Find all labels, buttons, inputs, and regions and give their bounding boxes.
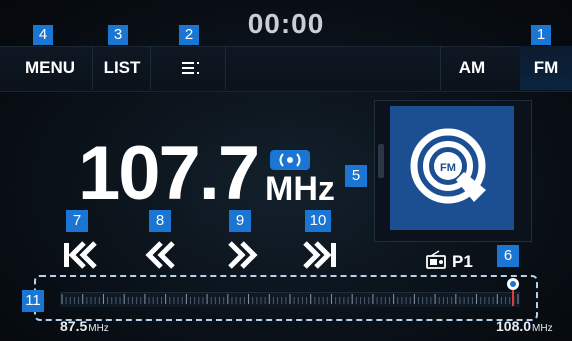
tuner-max-unit: MHz — [532, 323, 553, 334]
frequency-display: 107.7 — [78, 131, 260, 216]
preset-label: P1 — [452, 252, 473, 271]
tuner-max-value: 108.0 — [496, 318, 532, 334]
fm-tab[interactable]: FM — [522, 52, 570, 84]
art-handle — [378, 144, 384, 178]
callout-badge: 9 — [229, 210, 251, 232]
divider — [150, 46, 151, 90]
album-art[interactable]: FM — [390, 106, 514, 230]
callout-badge: 10 — [305, 210, 331, 232]
callout-badge: 8 — [149, 210, 171, 232]
list-options-icon — [182, 62, 199, 74]
tuning-slider-handle[interactable] — [505, 277, 521, 307]
options-button[interactable] — [174, 52, 208, 84]
callout-badge: 7 — [66, 210, 88, 232]
divider — [440, 46, 441, 90]
radio-screen: 00:00 MENU LIST AM FM 4 3 2 1 107.7 MHz … — [0, 0, 572, 341]
tuner-min-value: 87.5 — [60, 318, 88, 334]
menu-button[interactable]: MENU — [18, 52, 82, 84]
seek-previous-icon[interactable] — [62, 240, 98, 270]
callout-badge: 3 — [108, 25, 128, 45]
callout-badge: 4 — [33, 25, 53, 45]
divider — [92, 46, 93, 90]
divider — [225, 46, 226, 90]
frequency-unit: MHz — [265, 170, 335, 208]
list-button[interactable]: LIST — [96, 52, 148, 84]
callout-badge: 2 — [179, 25, 199, 45]
callout-badge: 5 — [345, 165, 367, 187]
tuner-min-label: 87.5MHz — [60, 318, 109, 334]
callout-badge: 6 — [497, 245, 519, 267]
tuner-min-unit: MHz — [88, 323, 109, 334]
am-tab[interactable]: AM — [444, 52, 500, 84]
fm-logo-text: FM — [440, 162, 456, 174]
rewind-icon[interactable] — [143, 240, 179, 270]
broadcast-icon — [270, 150, 310, 170]
callout-badge: 1 — [531, 25, 551, 45]
tuner-max-label: 108.0MHz — [496, 318, 553, 334]
callout-badge: 11 — [22, 290, 44, 312]
seek-next-icon[interactable] — [302, 240, 340, 270]
fast-forward-icon[interactable] — [224, 240, 260, 270]
clock: 00:00 — [247, 8, 325, 39]
radio-icon — [426, 250, 446, 269]
tuning-scale-ticks — [61, 294, 519, 304]
fm-logo-icon: FM — [410, 128, 486, 204]
